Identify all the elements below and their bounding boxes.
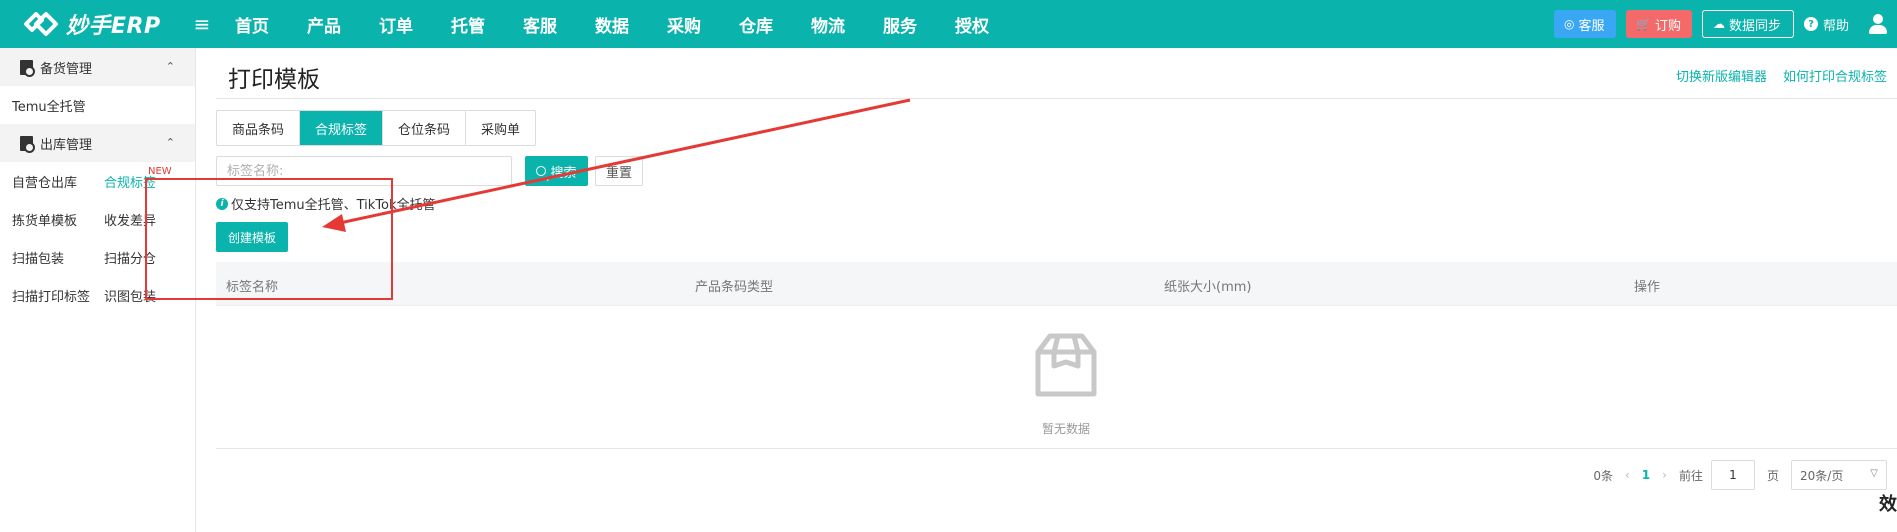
help-link[interactable]: ? 帮助 — [1803, 15, 1849, 34]
chevron-down-icon: ▽ — [1870, 468, 1878, 479]
nav-item-hosting[interactable]: 托管 — [451, 12, 485, 37]
logo-diamond-icon — [24, 12, 58, 36]
tab-product-barcode[interactable]: 商品条码 — [217, 111, 301, 145]
tab-compliance-label[interactable]: 合规标签 — [300, 111, 384, 145]
divider — [216, 448, 1897, 449]
sidebar: 备货管理 ⌃ Temu全托管 出库管理 ⌃ 自营仓出库 合规标签 拣货单模板 收… — [0, 48, 196, 532]
sidebar-item-scan-split[interactable]: 扫描分仓 — [104, 238, 196, 276]
logo[interactable]: 妙手ERP — [16, 7, 166, 41]
sidebar-section-label: 备货管理 — [40, 61, 93, 77]
customer-service-label: 客服 — [1578, 18, 1605, 34]
sidebar-item-diff[interactable]: 收发差异 — [104, 200, 196, 238]
sidebar-item-scan-pack[interactable]: 扫描包装 — [12, 238, 104, 276]
question-icon: ? — [1803, 17, 1818, 31]
switch-editor-link[interactable]: 切换新版编辑器 — [1676, 66, 1767, 85]
sidebar-item-pick-template[interactable]: 拣货单模板 — [12, 200, 104, 238]
page-number-input[interactable] — [1710, 460, 1755, 490]
chevron-up-icon: ⌃ — [165, 136, 175, 149]
subscribe-button[interactable]: 🛒 订购 — [1625, 10, 1692, 38]
how-to-print-link[interactable]: 如何打印合规标签 — [1783, 66, 1887, 85]
divider — [216, 98, 1897, 99]
title-links: 切换新版编辑器 如何打印合规标签 — [1660, 66, 1887, 85]
notice-text: 仅支持Temu全托管、TikTok全托管 — [231, 198, 436, 213]
menu-toggle-icon[interactable]: ≡ — [191, 12, 213, 36]
page-title: 打印模板 — [228, 67, 320, 93]
nav-item-warehouse[interactable]: 仓库 — [739, 12, 773, 37]
sidebar-outbound-items: 自营仓出库 合规标签 拣货单模板 收发差异 扫描包装 扫描分仓 扫描打印标签 识… — [0, 162, 195, 314]
nav-item-services[interactable]: 服务 — [883, 12, 917, 37]
prev-page-icon[interactable]: ‹ — [1625, 468, 1630, 482]
label-name-input[interactable] — [216, 156, 512, 186]
logo-text: 妙手ERP — [66, 14, 161, 39]
page-unit: 页 — [1766, 468, 1779, 483]
info-icon: i — [216, 197, 228, 210]
create-template-button[interactable]: 创建模板 — [216, 222, 288, 252]
top-bar: 妙手ERP ≡ 首页 产品 订单 托管 客服 数据 采购 仓库 物流 服务 授权… — [0, 0, 1897, 48]
pagination: 0条 ‹ 1 › 前往 页 20条/页 ▽ — [1581, 460, 1887, 490]
search-button[interactable]: 搜索 — [525, 156, 588, 186]
document-settings-icon — [20, 59, 35, 77]
data-sync-label: 数据同步 — [1728, 18, 1781, 34]
cloud-icon: ☁ — [1712, 17, 1725, 31]
nav-item-product[interactable]: 产品 — [307, 12, 341, 37]
empty-state: 暂无数据 — [1016, 328, 1116, 437]
page-size-value: 20条/页 — [1800, 468, 1844, 483]
total-count: 0条 — [1593, 468, 1613, 483]
headset-icon: ◎ — [1563, 17, 1575, 31]
search-icon — [536, 166, 547, 176]
nav-item-authorization[interactable]: 授权 — [955, 12, 989, 37]
column-paper-size: 纸张大小(mm) — [1164, 280, 1252, 295]
sidebar-item-self-warehouse[interactable]: 自营仓出库 — [12, 162, 104, 200]
user-avatar-icon[interactable] — [1867, 13, 1889, 35]
goto-label: 前往 — [1678, 468, 1703, 483]
top-right-actions: ◎ 客服 🛒 订购 ☁ 数据同步 ? 帮助 — [1553, 0, 1897, 48]
column-actions: 操作 — [1634, 280, 1661, 295]
document-settings-icon — [20, 135, 35, 153]
sidebar-item-temu[interactable]: Temu全托管 — [0, 86, 195, 124]
template-tabs: 商品条码 合规标签 仓位条码 采购单 — [216, 110, 537, 146]
sidebar-section-label: 出库管理 — [40, 137, 93, 153]
nav-item-service[interactable]: 客服 — [523, 12, 557, 37]
support-notice: i 仅支持Temu全托管、TikTok全托管 — [216, 194, 436, 213]
empty-box-icon — [1035, 333, 1097, 397]
search-button-label: 搜索 — [550, 165, 577, 181]
table-header: 标签名称 产品条码类型 纸张大小(mm) 操作 — [216, 262, 1897, 306]
column-barcode-type: 产品条码类型 — [695, 280, 774, 295]
sidebar-section-outbound[interactable]: 出库管理 ⌃ — [0, 124, 195, 162]
page-size-select[interactable]: 20条/页 ▽ — [1791, 460, 1887, 490]
nav-item-data[interactable]: 数据 — [595, 12, 629, 37]
nav-item-logistics[interactable]: 物流 — [811, 12, 845, 37]
cart-icon: 🛒 — [1635, 17, 1651, 31]
edge-widget-text[interactable]: 效 — [1879, 490, 1897, 516]
sidebar-item-scan-print[interactable]: 扫描打印标签 — [12, 276, 104, 314]
current-page[interactable]: 1 — [1642, 468, 1650, 482]
new-badge: NEW — [148, 166, 172, 177]
help-label: 帮助 — [1822, 18, 1849, 34]
column-label-name: 标签名称 — [226, 280, 279, 295]
sidebar-item-image-pack[interactable]: 识图包装 — [104, 276, 196, 314]
nav-item-order[interactable]: 订单 — [379, 12, 413, 37]
customer-service-button[interactable]: ◎ 客服 — [1553, 10, 1616, 38]
empty-text: 暂无数据 — [1041, 422, 1090, 436]
nav-item-home[interactable]: 首页 — [235, 12, 269, 37]
sidebar-section-stock[interactable]: 备货管理 ⌃ — [0, 48, 195, 86]
tab-location-barcode[interactable]: 仓位条码 — [383, 111, 467, 145]
chevron-up-icon: ⌃ — [165, 60, 175, 73]
nav-item-purchase[interactable]: 采购 — [667, 12, 701, 37]
tab-purchase-order[interactable]: 采购单 — [466, 111, 535, 145]
data-sync-button[interactable]: ☁ 数据同步 — [1701, 10, 1794, 38]
main-nav: 首页 产品 订单 托管 客服 数据 采购 仓库 物流 服务 授权 — [235, 12, 1027, 37]
next-page-icon[interactable]: › — [1662, 468, 1667, 482]
reset-button[interactable]: 重置 — [595, 156, 643, 186]
subscribe-label: 订购 — [1654, 18, 1681, 34]
main-content: 打印模板 切换新版编辑器 如何打印合规标签 商品条码 合规标签 仓位条码 采购单… — [196, 48, 1897, 532]
